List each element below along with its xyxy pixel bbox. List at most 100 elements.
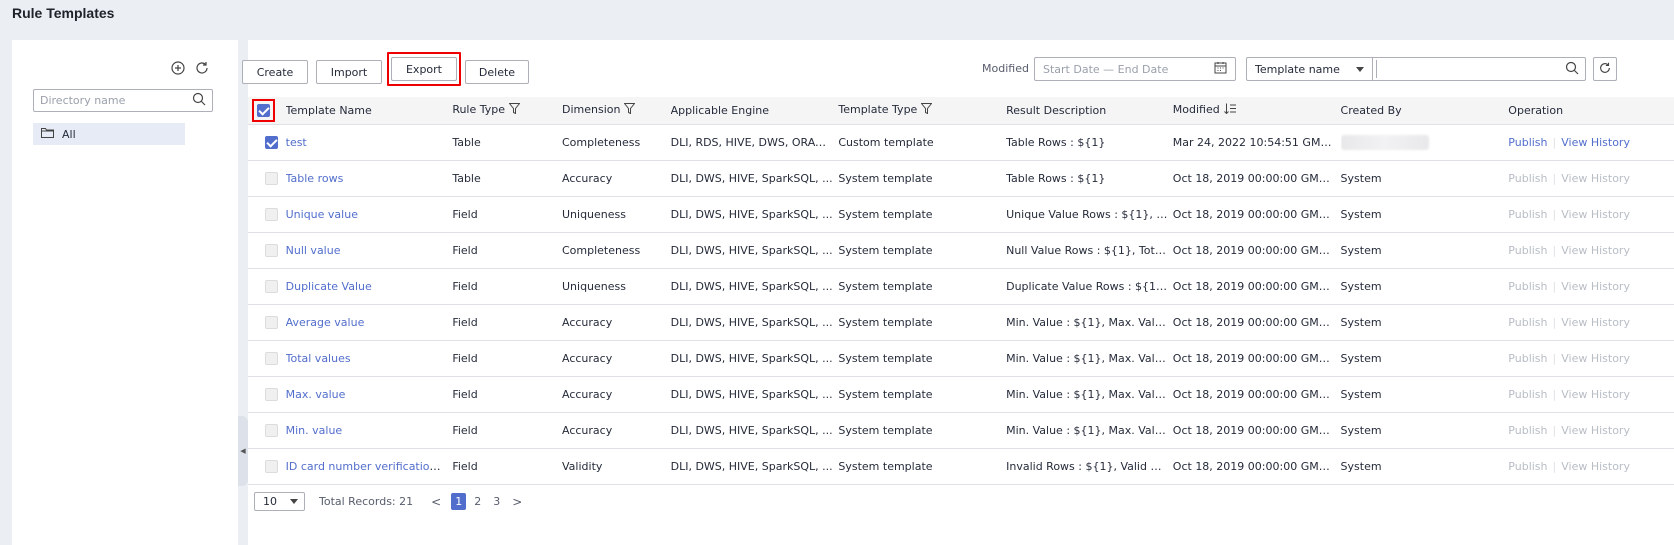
view-history-link[interactable]: View History	[1561, 460, 1630, 473]
table-row[interactable]: Table rows Table Accuracy DLI, DWS, HIVE, S…	[248, 160, 1674, 197]
collapse-panel-handle[interactable]: ◀	[238, 416, 248, 486]
table-row[interactable]: Average value Field Accuracy DLI, DWS, HIVE…	[248, 304, 1674, 341]
page-3[interactable]: 3	[489, 493, 504, 510]
row-checkbox[interactable]	[265, 171, 278, 185]
table-row[interactable]: Duplicate Value Field Uniqueness DLI, DWS, …	[248, 268, 1674, 305]
result-description: Min. Value : ${1}, Max. Valu...	[1006, 340, 1173, 377]
page-size-select[interactable]: 10	[254, 492, 305, 511]
publish-link[interactable]: Publish	[1508, 388, 1547, 401]
publish-link[interactable]: Publish	[1508, 172, 1547, 185]
created-by: System	[1340, 351, 1382, 365]
row-checkbox[interactable]	[265, 315, 278, 329]
search-field-select[interactable]: Template name	[1246, 57, 1373, 81]
divider: |	[1552, 171, 1557, 185]
result-description: Duplicate Value Rows : ${1},...	[1006, 268, 1173, 305]
row-checkbox[interactable]	[265, 207, 278, 221]
divider: |	[1552, 423, 1557, 437]
template-name-link[interactable]: Unique value	[286, 208, 358, 221]
calendar-icon[interactable]	[1214, 61, 1227, 77]
column-rule-type[interactable]: Rule Type	[452, 97, 562, 125]
view-history-link[interactable]: View History	[1561, 208, 1630, 221]
row-checkbox[interactable]	[265, 387, 278, 401]
template-name-link[interactable]: Total values	[286, 352, 351, 365]
row-checkbox[interactable]	[265, 243, 278, 257]
table-row[interactable]: Max. value Field Accuracy DLI, DWS, HIVE, S…	[248, 376, 1674, 413]
filter-icon[interactable]	[508, 103, 521, 117]
column-modified[interactable]: Modified	[1172, 97, 1341, 125]
template-name-link[interactable]: ID card number verification[...	[286, 460, 452, 473]
template-name-link[interactable]: Average value	[286, 316, 365, 329]
column-template-name: Template Name	[285, 97, 453, 125]
refresh-icon[interactable]	[194, 60, 210, 76]
table-row[interactable]: ID card number verification[... Field Vali…	[248, 448, 1674, 485]
table-row[interactable]: Unique value Field Uniqueness DLI, DWS, HIV…	[248, 196, 1674, 233]
publish-link[interactable]: Publish	[1508, 352, 1547, 365]
tree-item-all[interactable]: All	[33, 123, 185, 145]
dimension: Accuracy	[562, 160, 671, 197]
row-checkbox[interactable]	[265, 351, 278, 365]
applicable-engine: DLI, DWS, HIVE, SparkSQL, ...	[670, 196, 839, 233]
refresh-button[interactable]	[1593, 57, 1617, 81]
rule-type: Field	[452, 448, 562, 485]
dimension: Validity	[562, 448, 671, 485]
column-template-type[interactable]: Template Type	[838, 97, 1007, 125]
publish-link[interactable]: Publish	[1508, 424, 1547, 437]
view-history-link[interactable]: View History	[1561, 316, 1630, 329]
template-name-link[interactable]: Table rows	[286, 172, 344, 185]
directory-search[interactable]	[33, 89, 213, 112]
column-dimension[interactable]: Dimension	[562, 97, 671, 125]
directory-search-input[interactable]	[40, 94, 192, 107]
view-history-link[interactable]: View History	[1561, 172, 1630, 185]
row-checkbox[interactable]	[265, 279, 278, 293]
dimension: Uniqueness	[562, 196, 671, 233]
table-row[interactable]: Total values Field Accuracy DLI, DWS, HIVE,…	[248, 340, 1674, 377]
view-history-link[interactable]: View History	[1561, 424, 1630, 437]
date-range-picker[interactable]: Start Date — End Date	[1034, 57, 1236, 81]
select-all-checkbox[interactable]	[257, 104, 270, 117]
page-1[interactable]: 1	[451, 493, 467, 510]
publish-link[interactable]: Publish	[1508, 460, 1547, 473]
publish-link[interactable]: Publish	[1508, 316, 1547, 329]
template-search-input[interactable]	[1376, 60, 1565, 78]
export-button[interactable]: Export	[391, 57, 457, 81]
template-name-link[interactable]: Duplicate Value	[286, 280, 372, 293]
add-circle-icon[interactable]	[170, 60, 186, 76]
row-checkbox[interactable]	[265, 423, 278, 437]
row-checkbox[interactable]	[265, 135, 278, 149]
template-type: System template	[838, 412, 1007, 449]
view-history-link[interactable]: View History	[1561, 244, 1630, 257]
search-icon[interactable]	[192, 92, 206, 109]
prev-page-button[interactable]: <	[431, 495, 441, 509]
publish-link[interactable]: Publish	[1508, 136, 1547, 149]
view-history-link[interactable]: View History	[1561, 352, 1630, 365]
pagination: 10 Total Records: 21 < 1 2 3 >	[254, 492, 522, 511]
view-history-link[interactable]: View History	[1561, 388, 1630, 401]
template-type: System template	[838, 232, 1007, 269]
delete-button[interactable]: Delete	[465, 60, 529, 84]
create-button[interactable]: Create	[242, 60, 308, 84]
page-2[interactable]: 2	[470, 493, 485, 510]
divider: |	[1552, 279, 1557, 293]
template-name-link[interactable]: Max. value	[286, 388, 346, 401]
import-button[interactable]: Import	[316, 60, 382, 84]
template-name-link[interactable]: Null value	[286, 244, 341, 257]
view-history-link[interactable]: View History	[1561, 136, 1630, 149]
sort-icon[interactable]	[1223, 103, 1236, 117]
table-row[interactable]: Min. value Field Accuracy DLI, DWS, HIVE, S…	[248, 412, 1674, 449]
modified-time: Oct 18, 2019 00:00:00 GMT+...	[1172, 160, 1341, 197]
row-checkbox[interactable]	[265, 459, 278, 473]
applicable-engine: DLI, DWS, HIVE, SparkSQL, ...	[670, 376, 839, 413]
next-page-button[interactable]: >	[512, 495, 522, 509]
view-history-link[interactable]: View History	[1561, 280, 1630, 293]
template-name-link[interactable]: Min. value	[286, 424, 343, 437]
template-name-link[interactable]: test	[286, 136, 307, 149]
filter-icon[interactable]	[623, 103, 637, 117]
template-search[interactable]	[1372, 57, 1586, 81]
publish-link[interactable]: Publish	[1508, 208, 1547, 221]
table-row[interactable]: Null value Field Completeness DLI, DWS, HIV…	[248, 232, 1674, 269]
publish-link[interactable]: Publish	[1508, 280, 1547, 293]
publish-link[interactable]: Publish	[1508, 244, 1547, 257]
search-icon[interactable]	[1565, 61, 1579, 78]
filter-icon[interactable]	[920, 103, 933, 117]
table-row[interactable]: test Table Completeness DLI, RDS, HIVE, DWS…	[248, 124, 1674, 161]
